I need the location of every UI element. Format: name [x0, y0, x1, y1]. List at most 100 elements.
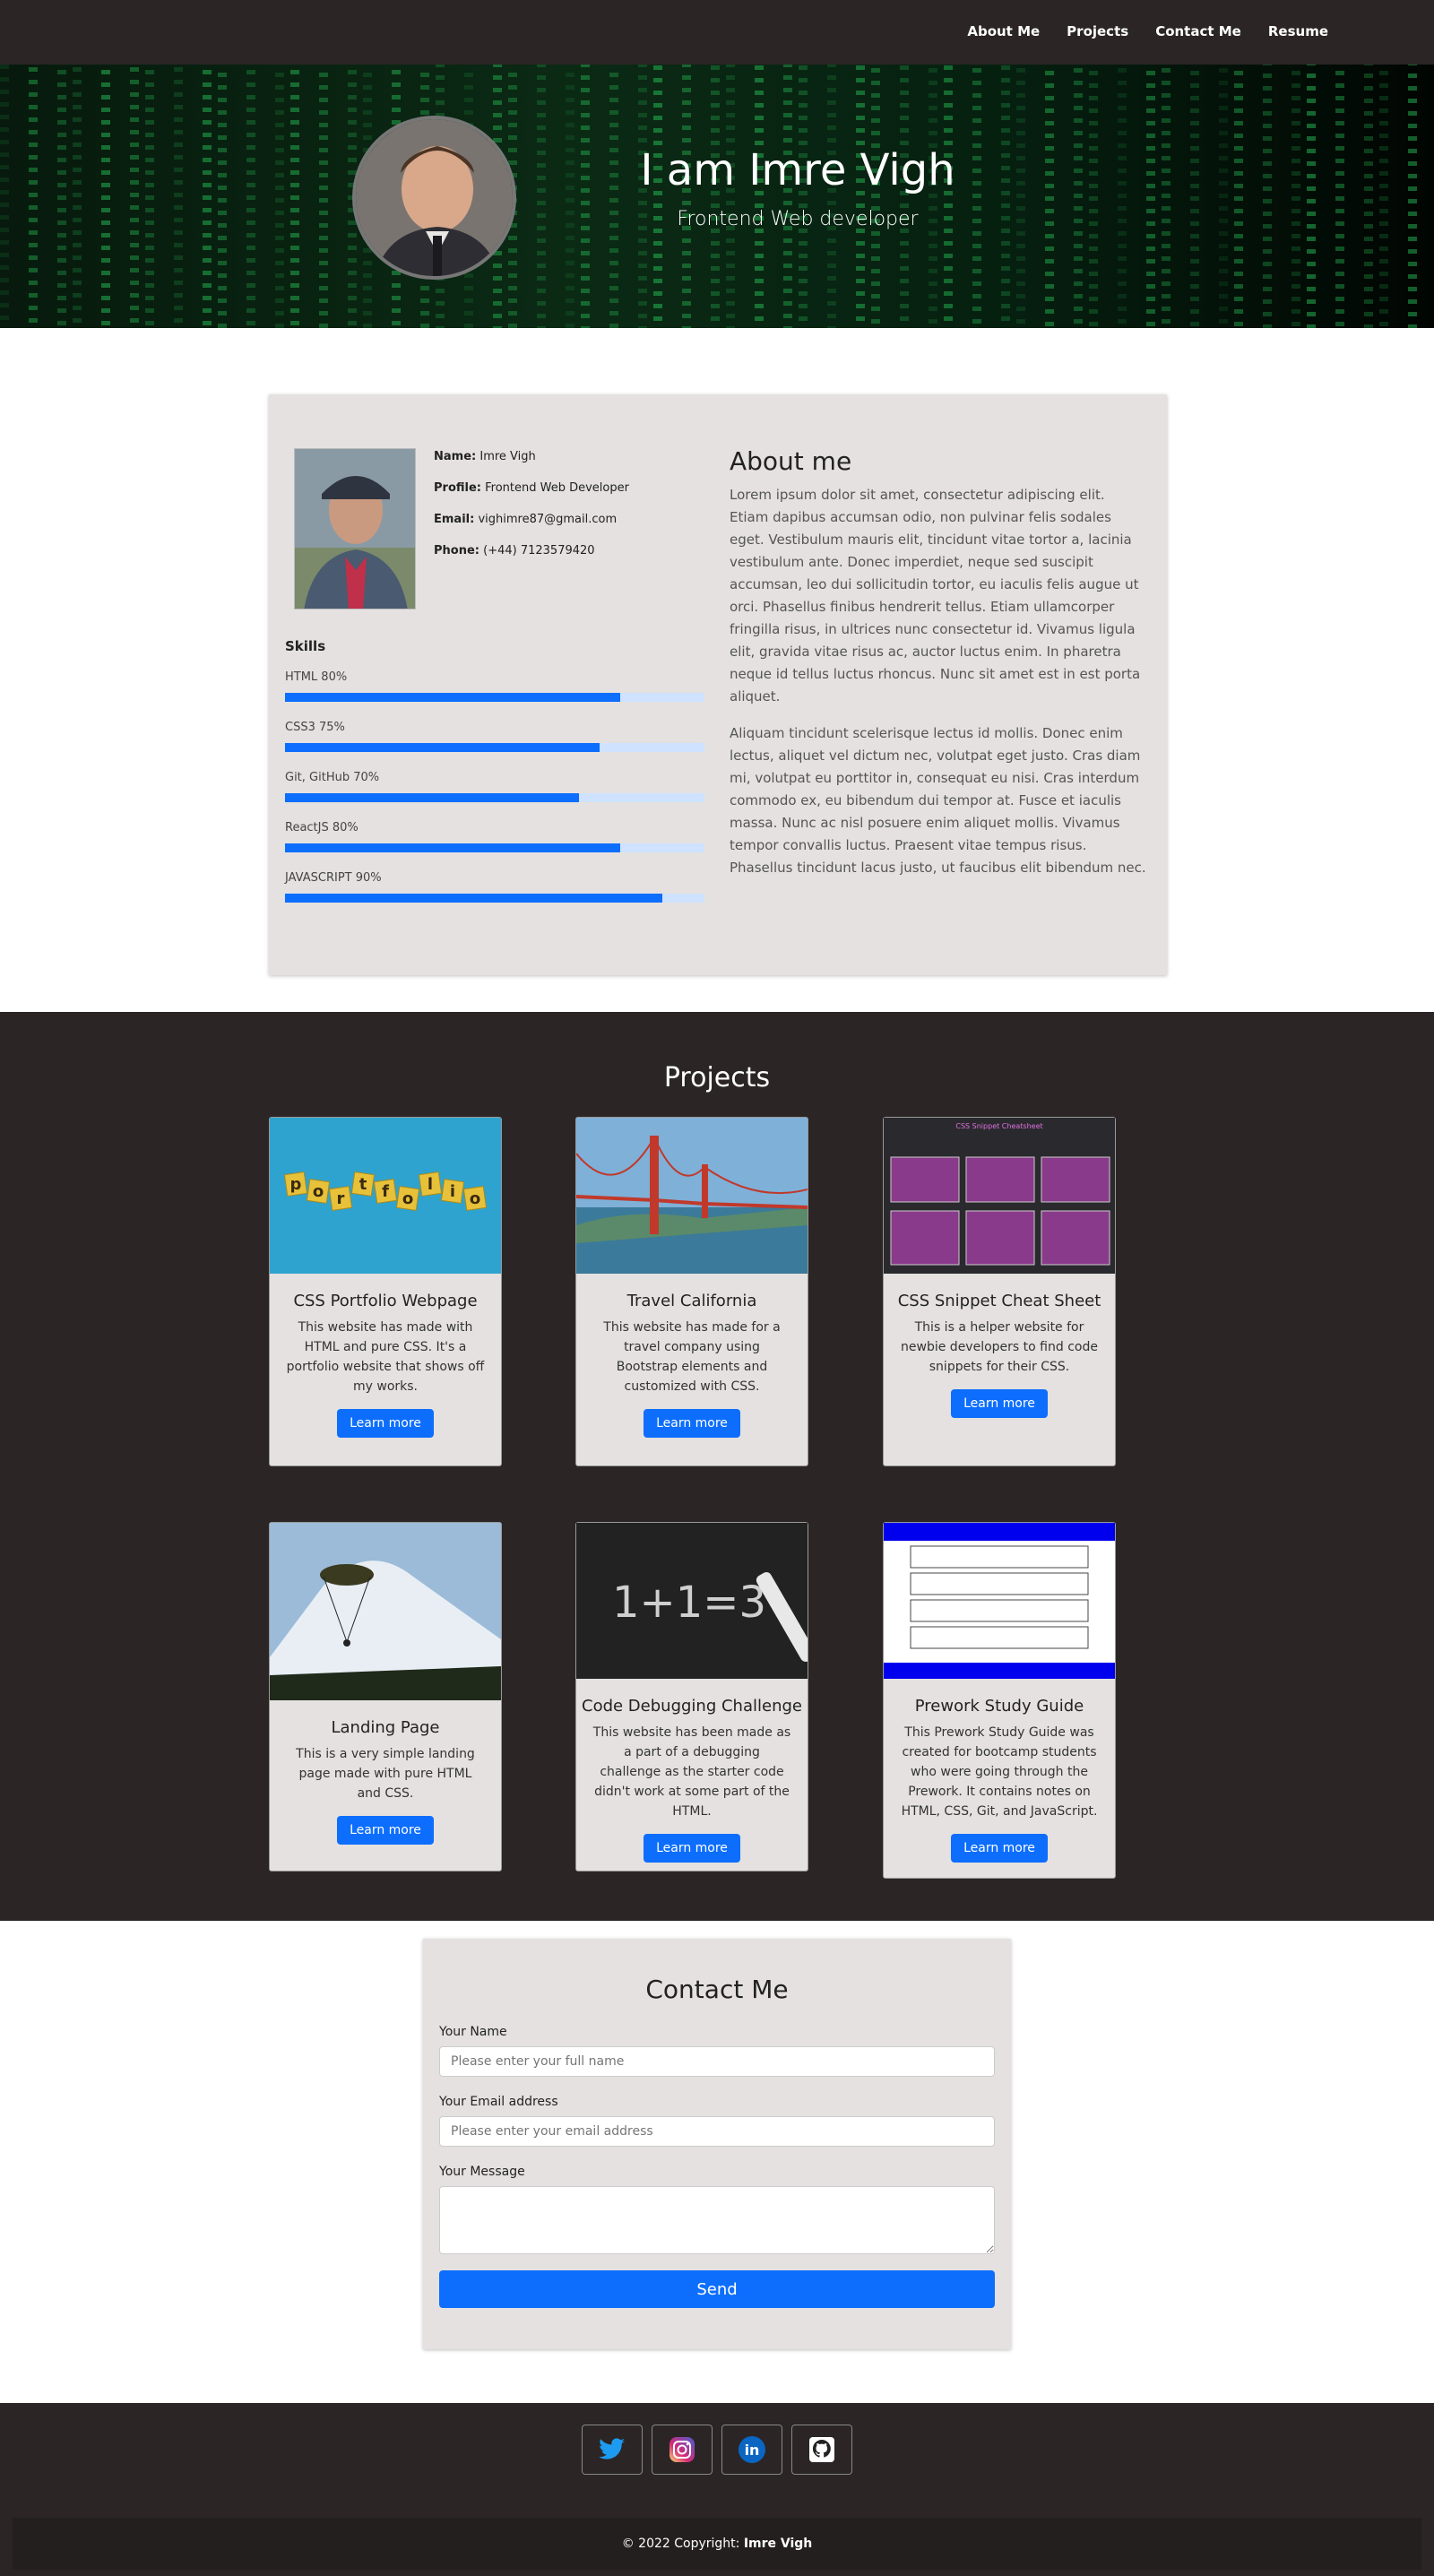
learn-more-button[interactable]: Learn more [644, 1834, 740, 1863]
nav-link-contact[interactable]: Contact Me [1155, 23, 1241, 39]
skill-label: Git, GitHub 70% [285, 771, 380, 784]
matrix-column [1162, 65, 1171, 328]
linkedin-icon: in [739, 2436, 765, 2463]
portfolio-tile-letter: f [382, 1182, 389, 1201]
nav-link-projects[interactable]: Projects [1067, 23, 1128, 39]
chalk-text: 1+1=3 [612, 1578, 766, 1628]
send-button[interactable]: Send [439, 2270, 995, 2308]
nav-links: About Me Projects Contact Me Resume [967, 23, 1328, 39]
matrix-column [783, 65, 792, 328]
skills-title: Skills [285, 638, 326, 654]
portfolio-tile-letter: r [337, 1189, 345, 1208]
info-phone-label: Phone: [434, 544, 479, 558]
project-description: This website has made for a travel compa… [603, 1320, 781, 1394]
matrix-column [29, 65, 38, 328]
info-profile: Profile: Frontend Web Developer [434, 481, 629, 495]
info-profile-value: Frontend Web Developer [485, 481, 629, 495]
snippet-shot-title: CSS Snippet Cheatsheet [955, 1122, 1042, 1130]
project-description: This website has made with HTML and pure… [286, 1320, 485, 1394]
portfolio-tile-letter: o [470, 1189, 480, 1208]
instagram-icon [669, 2437, 695, 2462]
nav-link-about[interactable]: About Me [967, 23, 1040, 39]
skill-progress-track [285, 843, 704, 852]
skill-html: HTML 80% [285, 670, 704, 721]
about-text: Lorem ipsum dolor sit amet, consectetur … [730, 484, 1147, 894]
matrix-column [73, 65, 82, 328]
matrix-column [638, 65, 647, 328]
matrix-column [1045, 65, 1054, 328]
linkedin-button[interactable]: in [721, 2425, 782, 2475]
matrix-column [827, 65, 836, 328]
project-card-landing: Landing Page This is a very simple landi… [269, 1522, 502, 1871]
skill-label: HTML 80% [285, 670, 348, 684]
hero-avatar [352, 116, 516, 280]
matrix-column [653, 65, 662, 328]
portfolio-tile-letter: o [402, 1189, 413, 1208]
project-title: CSS Snippet Cheat Sheet [897, 1292, 1101, 1310]
project-description: This is a helper website for newbie deve… [901, 1320, 1098, 1374]
message-textarea[interactable] [439, 2186, 995, 2254]
project-title: CSS Portfolio Webpage [293, 1292, 478, 1310]
project-card-snippet: CSS Snippet Cheatsheet CSS Snippet Cheat… [883, 1117, 1116, 1466]
project-image: CSS Snippet Cheatsheet [884, 1118, 1115, 1274]
nav-link-resume[interactable]: Resume [1268, 23, 1328, 39]
project-title: Prework Study Guide [914, 1697, 1084, 1716]
matrix-column [537, 65, 546, 328]
about-card: Name: Imre Vigh Profile: Frontend Web De… [269, 394, 1167, 975]
matrix-column [1263, 65, 1272, 328]
instagram-button[interactable] [652, 2425, 713, 2475]
contact-title: Contact Me [645, 1975, 789, 2004]
name-label: Your Name [439, 2025, 507, 2039]
matrix-column [1001, 65, 1010, 328]
matrix-column [1074, 65, 1083, 328]
profile-photo [294, 448, 416, 609]
twitter-icon [599, 2438, 625, 2459]
matrix-column [1291, 65, 1300, 328]
copyright-text: © 2022 Copyright: [621, 2537, 740, 2551]
matrix-column [944, 65, 953, 328]
matrix-column [203, 65, 212, 328]
learn-more-button[interactable]: Learn more [951, 1389, 1048, 1418]
matrix-column [871, 65, 880, 328]
matrix-column [1146, 65, 1155, 328]
matrix-column [1335, 65, 1344, 328]
portfolio-tile-letter: p [290, 1175, 302, 1194]
project-image [576, 1118, 808, 1274]
info-name-label: Name: [434, 450, 477, 463]
about-paragraph: Aliquam tincidunt scelerisque lectus id … [730, 725, 1146, 876]
portfolio-tile-letter: t [359, 1175, 367, 1194]
matrix-column [57, 65, 66, 328]
learn-more-button[interactable]: Learn more [337, 1816, 434, 1845]
github-button[interactable] [791, 2425, 852, 2475]
skill-progress-bar [285, 894, 663, 903]
learn-more-button[interactable]: Learn more [951, 1834, 1048, 1863]
info-list: Name: Imre Vigh Profile: Frontend Web De… [434, 450, 629, 575]
matrix-column [275, 65, 284, 328]
skill-progress-track [285, 894, 704, 903]
learn-more-button[interactable]: Learn more [644, 1409, 740, 1438]
projects-section: Projects portfolio CSS Portfolio Webpage… [0, 1012, 1434, 1921]
matrix-column [246, 65, 255, 328]
matrix-column [290, 65, 299, 328]
twitter-button[interactable] [582, 2425, 643, 2475]
name-input[interactable] [439, 2046, 995, 2077]
skill-progress-track [285, 693, 704, 702]
project-description: This website has been made as a part of … [592, 1725, 791, 1819]
matrix-column [1016, 65, 1025, 328]
skill-css3: CSS3 75% [285, 721, 704, 771]
about-title: About me [730, 446, 852, 476]
skill-progress-bar [285, 743, 600, 752]
info-name: Name: Imre Vigh [434, 450, 629, 463]
copyright-bar: © 2022 Copyright: Imre Vigh [13, 2518, 1421, 2570]
email-input[interactable] [439, 2116, 995, 2147]
matrix-column [1408, 65, 1417, 328]
learn-more-button[interactable]: Learn more [337, 1409, 434, 1438]
skill-reactjs: ReactJS 80% [285, 821, 704, 871]
social-links: in [582, 2425, 852, 2475]
projects-title: Projects [663, 1062, 771, 1094]
matrix-column [799, 65, 808, 328]
matrix-column [130, 65, 139, 328]
matrix-column [101, 65, 110, 328]
skill-progress-bar [285, 693, 621, 702]
copyright-name[interactable]: Imre Vigh [744, 2537, 812, 2551]
